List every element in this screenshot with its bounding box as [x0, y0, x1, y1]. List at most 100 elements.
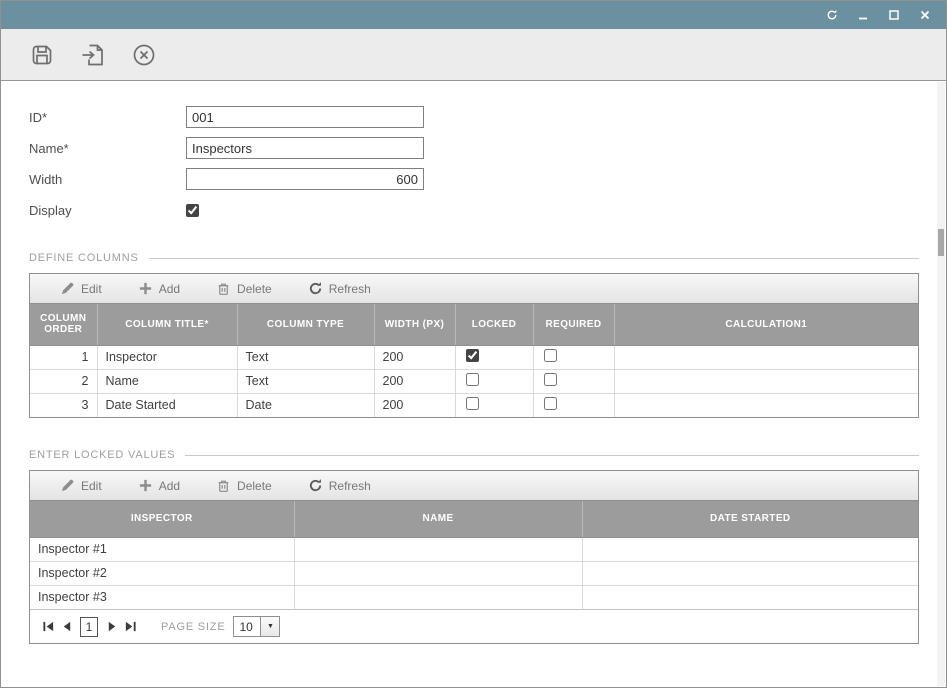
edit-icon	[60, 478, 75, 493]
locked-checkbox[interactable]	[466, 349, 479, 362]
locked-checkbox[interactable]	[466, 397, 479, 410]
sync-icon[interactable]	[825, 8, 839, 22]
save-close-icon[interactable]	[79, 41, 107, 69]
locked-values-header-row: INSPECTOR NAME DATE STARTED	[30, 501, 918, 537]
add-icon	[138, 478, 153, 493]
cell-title: Inspector	[97, 345, 237, 369]
id-field[interactable]	[186, 106, 424, 128]
content-area: ID* Name* Width Display DEFINE COLUMNS	[1, 81, 946, 644]
cell-title: Date Started	[97, 393, 237, 417]
cancel-icon[interactable]	[130, 41, 158, 69]
display-label: Display	[29, 203, 186, 218]
define-columns-title: DEFINE COLUMNS	[29, 252, 139, 264]
edit-button[interactable]: Edit	[60, 281, 102, 296]
locked-values-toolbar: Edit Add Delete Refresh	[30, 471, 918, 501]
table-row[interactable]: Inspector #3	[30, 585, 918, 609]
cell-inspector: Inspector #3	[30, 585, 294, 609]
edit-label: Edit	[81, 282, 102, 296]
locked-checkbox[interactable]	[466, 373, 479, 386]
cell-date-started	[582, 561, 918, 585]
page-size-select[interactable]: 10 ▼	[233, 616, 280, 637]
refresh-label: Refresh	[329, 282, 371, 296]
column-header-title: COLUMN TITLE*	[97, 304, 237, 345]
last-page-icon[interactable]	[121, 618, 139, 636]
cell-type: Date	[237, 393, 374, 417]
edit-button[interactable]: Edit	[60, 478, 102, 493]
required-checkbox[interactable]	[544, 397, 557, 410]
scrollbar-thumb[interactable]	[938, 229, 944, 256]
add-button[interactable]: Add	[138, 478, 180, 493]
cell-date-started	[582, 585, 918, 609]
column-header-date-started: DATE STARTED	[582, 501, 918, 537]
table-row[interactable]: 2 Name Text 200	[30, 369, 918, 393]
cell-width: 200	[374, 345, 455, 369]
cell-locked	[455, 369, 533, 393]
save-icon[interactable]	[28, 41, 56, 69]
cell-name	[294, 561, 582, 585]
refresh-button[interactable]: Refresh	[308, 478, 371, 493]
form-row-id: ID*	[29, 106, 919, 128]
cell-title: Name	[97, 369, 237, 393]
cell-inspector: Inspector #1	[30, 537, 294, 561]
refresh-label: Refresh	[329, 479, 371, 493]
cell-required	[533, 345, 614, 369]
dropdown-arrow-icon[interactable]: ▼	[260, 617, 279, 636]
cell-calculation	[614, 369, 918, 393]
main-toolbar	[1, 29, 946, 81]
next-page-icon[interactable]	[103, 618, 121, 636]
table-row[interactable]: 3 Date Started Date 200	[30, 393, 918, 417]
cell-calculation	[614, 345, 918, 369]
column-header-width: WIDTH (PX)	[374, 304, 455, 345]
pager: 1 PAGE SIZE 10 ▼	[30, 609, 918, 643]
minimize-button[interactable]	[856, 8, 870, 22]
refresh-button[interactable]: Refresh	[308, 281, 371, 296]
cell-locked	[455, 345, 533, 369]
delete-label: Delete	[237, 282, 272, 296]
close-button[interactable]	[918, 8, 932, 22]
previous-page-icon[interactable]	[57, 618, 75, 636]
add-button[interactable]: Add	[138, 281, 180, 296]
column-header-locked: LOCKED	[455, 304, 533, 345]
section-divider	[149, 258, 919, 259]
display-checkbox[interactable]	[186, 204, 199, 217]
titlebar	[1, 1, 946, 29]
cell-type: Text	[237, 345, 374, 369]
column-header-order: COLUMN ORDER	[30, 304, 97, 345]
table-row[interactable]: Inspector #2	[30, 561, 918, 585]
delete-icon	[216, 281, 231, 296]
delete-icon	[216, 478, 231, 493]
refresh-icon	[308, 478, 323, 493]
add-label: Add	[159, 479, 180, 493]
delete-button[interactable]: Delete	[216, 478, 272, 493]
width-label: Width	[29, 172, 186, 187]
id-label: ID*	[29, 110, 186, 125]
table-row[interactable]: Inspector #1	[30, 537, 918, 561]
width-field[interactable]	[186, 168, 424, 190]
add-label: Add	[159, 282, 180, 296]
define-columns-header-row: COLUMN ORDER COLUMN TITLE* COLUMN TYPE W…	[30, 304, 918, 345]
name-field[interactable]	[186, 137, 424, 159]
add-icon	[138, 281, 153, 296]
first-page-icon[interactable]	[39, 618, 57, 636]
required-checkbox[interactable]	[544, 349, 557, 362]
column-header-inspector: INSPECTOR	[30, 501, 294, 537]
cell-date-started	[582, 537, 918, 561]
column-header-required: REQUIRED	[533, 304, 614, 345]
current-page[interactable]: 1	[80, 617, 98, 637]
cell-name	[294, 585, 582, 609]
form-row-name: Name*	[29, 137, 919, 159]
required-checkbox[interactable]	[544, 373, 557, 386]
column-header-type: COLUMN TYPE	[237, 304, 374, 345]
delete-button[interactable]: Delete	[216, 281, 272, 296]
locked-values-table: INSPECTOR NAME DATE STARTED Inspector #1…	[30, 501, 918, 609]
vertical-scrollbar[interactable]	[937, 82, 945, 686]
locked-values-grid: Edit Add Delete Refresh	[29, 470, 919, 644]
refresh-icon	[308, 281, 323, 296]
column-header-name: NAME	[294, 501, 582, 537]
table-row[interactable]: 1 Inspector Text 200	[30, 345, 918, 369]
define-columns-table: COLUMN ORDER COLUMN TITLE* COLUMN TYPE W…	[30, 304, 918, 417]
delete-label: Delete	[237, 479, 272, 493]
cell-width: 200	[374, 369, 455, 393]
locked-values-section-header: ENTER LOCKED VALUES	[29, 449, 919, 461]
maximize-button[interactable]	[887, 8, 901, 22]
